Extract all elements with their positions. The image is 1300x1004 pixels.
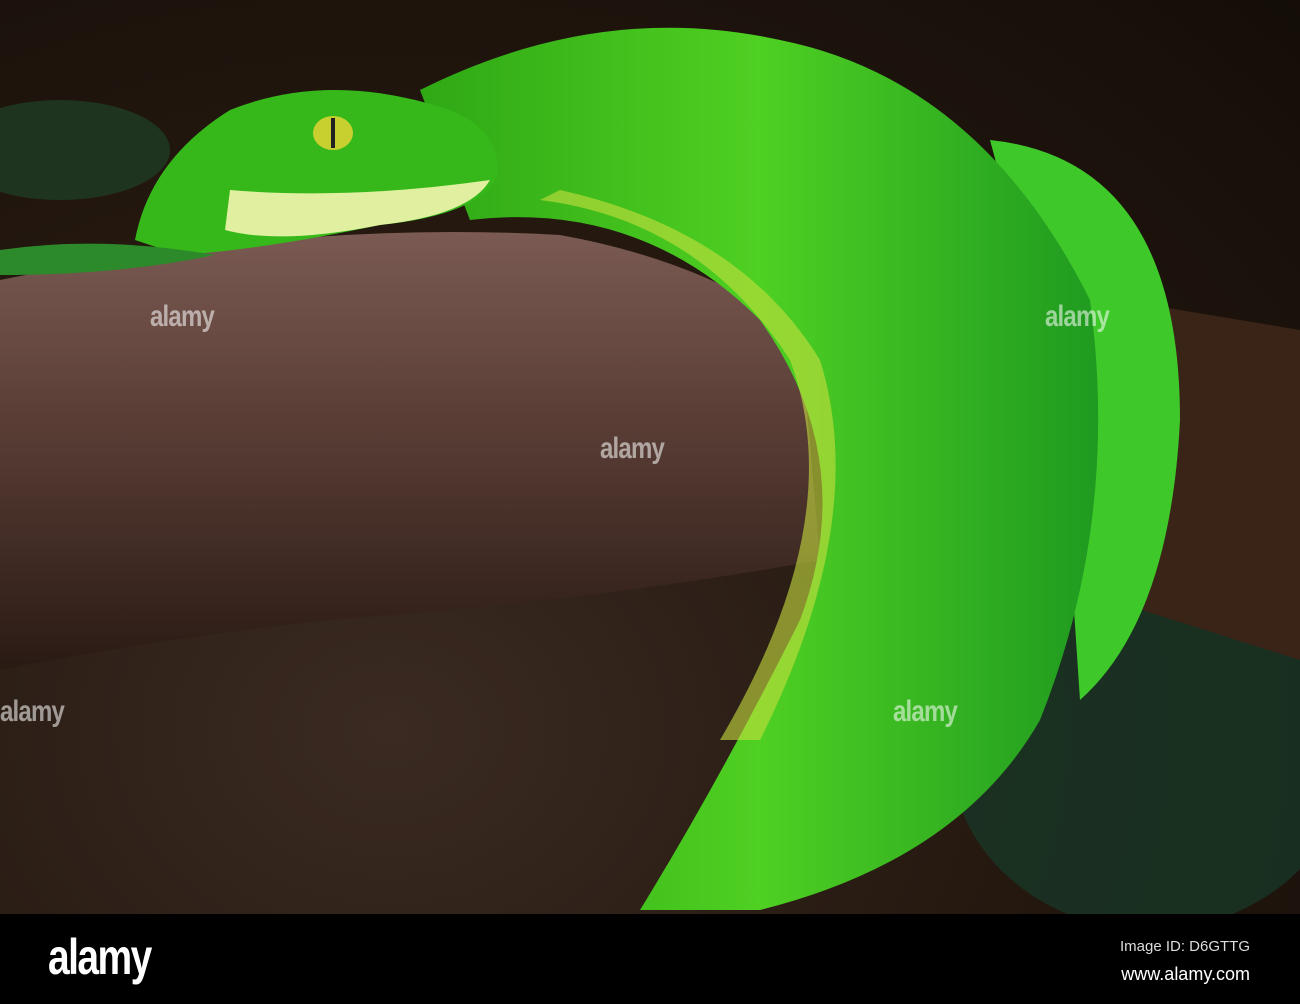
- watermark: alamy: [600, 432, 665, 465]
- branch: [0, 232, 820, 670]
- watermark: alamy: [0, 695, 65, 728]
- stock-photo-frame: alamy alamy alamy alamy alamy alamy Imag…: [0, 0, 1300, 1004]
- alamy-logo: alamy: [48, 929, 152, 985]
- watermark: alamy: [1045, 300, 1110, 333]
- snake-pupil: [331, 118, 335, 148]
- site-url: www.alamy.com: [1121, 964, 1250, 984]
- footer-bar: alamy Image ID: D6GTTG www.alamy.com: [0, 914, 1300, 1004]
- background-leaf: [0, 100, 170, 200]
- snake-photo: alamy alamy alamy alamy alamy: [0, 0, 1300, 914]
- watermark: alamy: [893, 695, 958, 728]
- watermark: alamy: [150, 300, 215, 333]
- image-id: Image ID: D6GTTG: [1119, 938, 1250, 955]
